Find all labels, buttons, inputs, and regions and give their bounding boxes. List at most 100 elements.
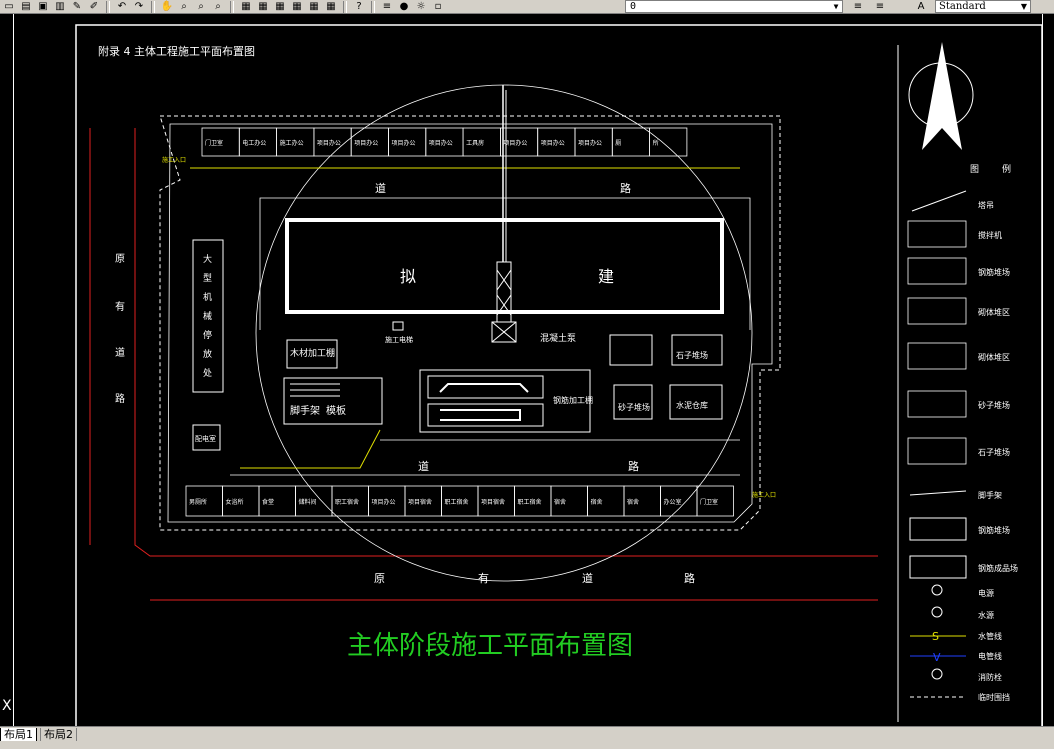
top-building — [499, 127, 539, 157]
site-fence-inner — [167, 123, 773, 523]
legend-label: 钢筋成品场 — [978, 563, 1018, 573]
legend-symbol — [907, 257, 967, 285]
top-building — [611, 127, 650, 157]
bottom-building — [368, 485, 406, 517]
top-building — [649, 127, 688, 157]
top-building-label: 所 — [653, 139, 659, 147]
building-char-1: 拟 — [400, 267, 416, 286]
text-style-dropdown[interactable]: Standard ▼ — [935, 0, 1031, 13]
markup-icon[interactable]: ▦ — [307, 1, 321, 13]
calculator-icon[interactable]: ▦ — [324, 1, 338, 13]
print-icon[interactable]: ▥ — [53, 1, 67, 13]
existing-road-left-2: 有 — [115, 300, 125, 313]
status-bar — [0, 741, 1054, 748]
top-building — [350, 127, 389, 157]
legend-label: 水源 — [978, 610, 994, 620]
help-icon[interactable]: ? — [352, 1, 366, 13]
legend-label: 石子堆场 — [978, 447, 1010, 457]
tool-palette-icon[interactable]: ▦ — [273, 1, 287, 13]
zoom-previous-icon[interactable]: ⌕ — [211, 1, 225, 13]
sun-icon[interactable]: ☼ — [414, 1, 428, 13]
tower-crane — [491, 85, 517, 343]
top-building — [313, 127, 352, 157]
bottom-building — [441, 485, 479, 517]
top-building-label: 厕 — [615, 140, 621, 147]
legend-label: 电管线 — [978, 651, 1002, 661]
top-building — [388, 127, 427, 157]
bottom-building-label: 储料间 — [299, 498, 317, 506]
lock-icon[interactable]: ▫ — [431, 1, 445, 13]
layer-previous-icon[interactable]: ≡ — [851, 1, 865, 13]
open-file-icon[interactable]: ▤ — [19, 1, 33, 13]
bottom-building — [660, 485, 698, 517]
scaffold-yard — [283, 377, 383, 425]
legend-label: 电源 — [978, 588, 994, 598]
top-building — [238, 127, 278, 157]
paper-border — [75, 24, 1043, 728]
pan-icon[interactable]: ✋ — [160, 1, 174, 13]
brush-icon[interactable]: ✐ — [87, 1, 101, 13]
cement-store — [669, 384, 723, 420]
toolbar-separator — [371, 0, 375, 13]
legend-symbol — [911, 190, 967, 212]
right-scroll-strip[interactable] — [1042, 14, 1054, 726]
existing-road-line — [134, 128, 878, 557]
bottom-building-label: 食堂 — [262, 498, 274, 506]
left-viewport-strip — [0, 14, 14, 726]
legend-symbol — [907, 297, 967, 325]
bottom-building — [222, 485, 260, 517]
top-building — [462, 127, 501, 157]
distribution-room-label: 配电室 — [195, 434, 216, 443]
bottom-building — [587, 485, 625, 517]
big-machine-area-label: 停 — [203, 329, 212, 341]
design-center-icon[interactable]: ▦ — [256, 1, 270, 13]
top-building-row: 门卫室 电工办公 施工办公 项目办公 项目办公 项目办公 项目办公 工具房 项目办公 项目办公 项目… — [201, 127, 688, 157]
proposed-building — [285, 218, 724, 314]
concrete-pump-label: 混凝土泵 — [540, 332, 576, 344]
sheet-set-icon[interactable]: ▦ — [290, 1, 304, 13]
bottom-building — [696, 485, 734, 517]
bottom-building-label: 办公室 — [664, 498, 682, 506]
chevron-down-icon[interactable]: ▼ — [830, 1, 842, 12]
redo-icon[interactable]: ↷ — [132, 1, 146, 13]
bottom-building-label: 女浴所 — [226, 498, 244, 506]
sand-yard — [613, 384, 653, 420]
main-title: 主体阶段施工平面布置图 — [347, 631, 633, 661]
top-building — [425, 127, 464, 157]
steel-shop — [419, 369, 591, 433]
layer-dropdown[interactable]: 0 ▼ — [625, 0, 843, 13]
bottom-building-label: 职工宿舍 — [335, 498, 359, 506]
formwork-label: 模板 — [326, 404, 346, 417]
big-machine-area-label: 械 — [203, 310, 212, 322]
zoom-window-icon[interactable]: ⌕ — [194, 1, 208, 13]
top-building-label: 项目办公 — [578, 139, 602, 147]
bottom-building — [514, 485, 552, 517]
text-style-icon[interactable]: A — [914, 1, 928, 13]
bottom-building — [295, 485, 333, 517]
building-char-2: 建 — [598, 267, 614, 286]
save-icon[interactable]: ▣ — [36, 1, 50, 13]
layer-states-icon[interactable]: ≡ — [873, 1, 887, 13]
chevron-down-icon[interactable]: ▼ — [1018, 1, 1030, 12]
undo-icon[interactable]: ↶ — [115, 1, 129, 13]
layer-manager-icon[interactable]: ≡ — [380, 1, 394, 13]
big-machine-area-label: 机 — [203, 291, 212, 303]
legend-symbol — [907, 437, 967, 465]
bulb-icon[interactable]: ● — [397, 1, 411, 13]
legend-label: 砌体堆区 — [978, 307, 1010, 317]
toolbar-separator — [106, 0, 110, 13]
properties-icon[interactable]: ▦ — [239, 1, 253, 13]
new-file-icon[interactable]: ▭ — [2, 1, 16, 13]
bottom-building-label: 宿舍 — [627, 498, 639, 506]
zoom-realtime-icon[interactable]: ⌕ — [177, 1, 191, 13]
bottom-building-label: 项目办公 — [372, 498, 396, 506]
masonry-yard — [609, 334, 653, 366]
pencil-icon[interactable]: ✎ — [70, 1, 84, 13]
legend-label: 搅拌机 — [978, 230, 1002, 240]
top-building-label: 电工办公 — [242, 139, 266, 147]
bottom-building — [185, 485, 223, 517]
big-machine-area-label: 大 — [203, 253, 212, 265]
big-machine-area-label: 处 — [203, 367, 212, 379]
bottom-building-label: 男厕所 — [189, 498, 207, 506]
elevator-symbol — [392, 321, 404, 331]
